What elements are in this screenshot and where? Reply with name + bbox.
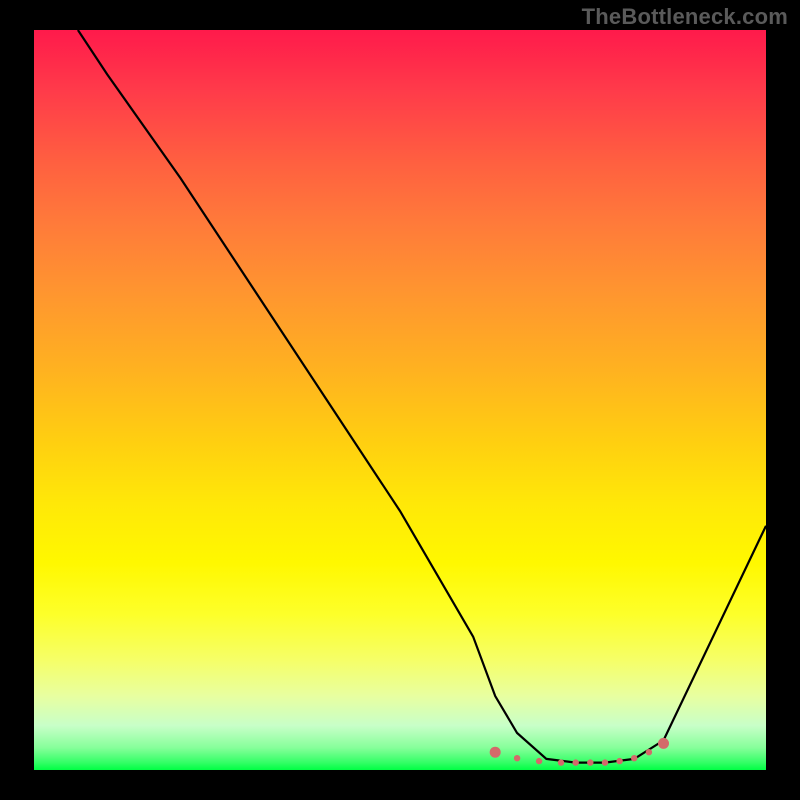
bottleneck-curve xyxy=(78,30,766,763)
marker-dot xyxy=(490,747,501,758)
marker-dot xyxy=(558,759,564,765)
marker-dot xyxy=(616,758,622,764)
marker-dot xyxy=(631,755,637,761)
marker-dot xyxy=(573,759,579,765)
chart-svg xyxy=(34,30,766,770)
plot-area xyxy=(34,30,766,770)
marker-dot xyxy=(587,759,593,765)
marker-dot xyxy=(602,759,608,765)
watermark-label: TheBottleneck.com xyxy=(582,4,788,30)
marker-dot xyxy=(646,749,652,755)
curve-line xyxy=(78,30,766,763)
marker-dot xyxy=(658,738,669,749)
marker-dot xyxy=(536,758,542,764)
chart-container: TheBottleneck.com xyxy=(0,0,800,800)
marker-dot xyxy=(514,755,520,761)
